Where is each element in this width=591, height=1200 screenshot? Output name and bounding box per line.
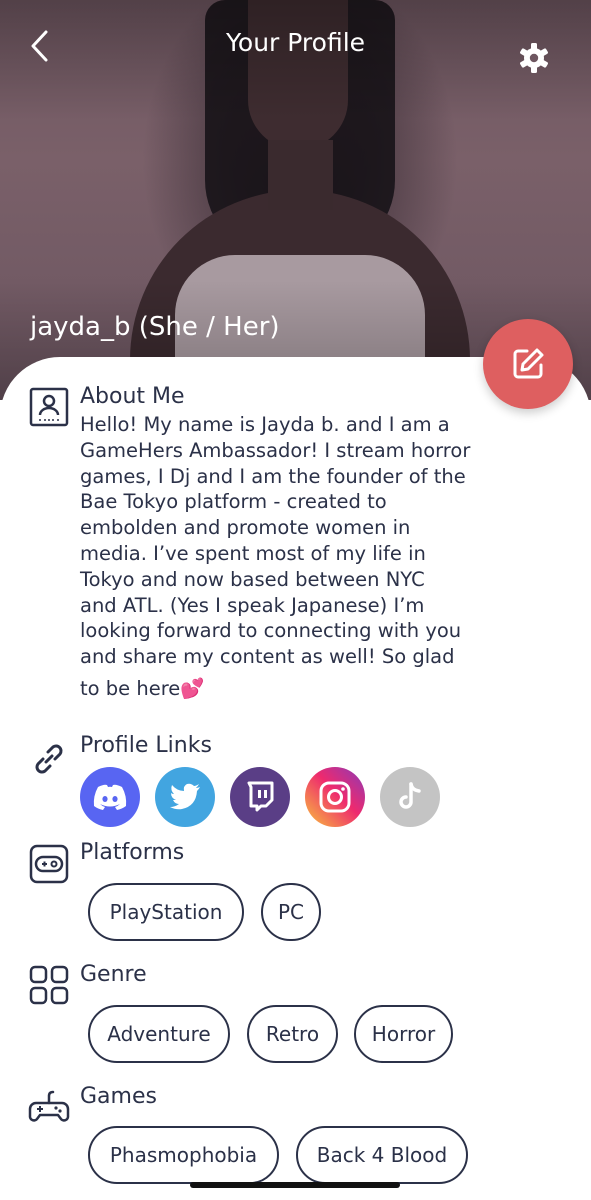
about-me-text: Hello! My name is Jayda b. and I am a Ga… [80, 413, 471, 700]
genre-chip[interactable]: Adventure [88, 1005, 230, 1063]
profile-card-icon [28, 386, 70, 428]
gamepad-icon [28, 843, 70, 885]
joystick-icon [28, 1087, 70, 1129]
settings-button[interactable] [518, 42, 550, 74]
platform-chip[interactable]: PC [261, 883, 321, 941]
discord-icon [93, 784, 127, 810]
genre-chip[interactable]: Horror [354, 1005, 453, 1063]
twitch-link[interactable] [230, 767, 290, 827]
grid-icon [28, 964, 70, 1006]
instagram-link[interactable] [305, 767, 365, 827]
home-indicator [190, 1182, 400, 1188]
gear-icon [520, 43, 548, 73]
genre-heading: Genre [80, 962, 147, 987]
twitter-link[interactable] [155, 767, 215, 827]
tiktok-icon [399, 782, 421, 809]
game-chip[interactable]: Phasmophobia [88, 1126, 279, 1184]
games-heading: Games [80, 1084, 157, 1109]
discord-link[interactable] [80, 767, 140, 827]
edit-icon [513, 348, 544, 379]
platforms-heading: Platforms [80, 840, 185, 865]
link-icon [28, 738, 70, 780]
game-chip[interactable]: Back 4 Blood [296, 1126, 468, 1184]
twitch-icon [247, 781, 274, 812]
genre-chip[interactable]: Retro [247, 1005, 338, 1063]
twitter-icon [170, 783, 200, 810]
page-title: Your Profile [225, 28, 366, 57]
platform-chip[interactable]: PlayStation [88, 883, 244, 941]
about-me-heading: About Me [80, 384, 185, 409]
edit-profile-button[interactable] [483, 319, 573, 409]
profile-username: jayda_b (She / Her) [30, 312, 280, 342]
profile-links-heading: Profile Links [80, 733, 212, 758]
tiktok-link[interactable] [380, 767, 440, 827]
instagram-icon [319, 781, 351, 813]
